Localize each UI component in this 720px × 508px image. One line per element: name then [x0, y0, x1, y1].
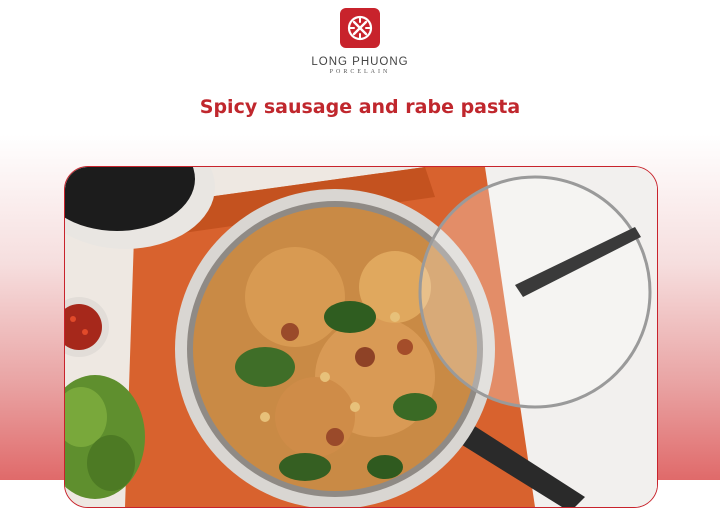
recipe-title: Spicy sausage and rabe pasta: [199, 96, 521, 118]
brand-subtitle: PORCELAIN: [329, 69, 391, 75]
long-phuong-logo-icon: [340, 8, 380, 48]
pasta-pan-photo: [65, 167, 657, 507]
recipe-photo: [64, 166, 658, 508]
brand-logo: LONG PHUONG PORCELAIN: [0, 8, 720, 75]
glass-lid: [418, 175, 652, 409]
brand-name: LONG PHUONG: [311, 56, 409, 68]
